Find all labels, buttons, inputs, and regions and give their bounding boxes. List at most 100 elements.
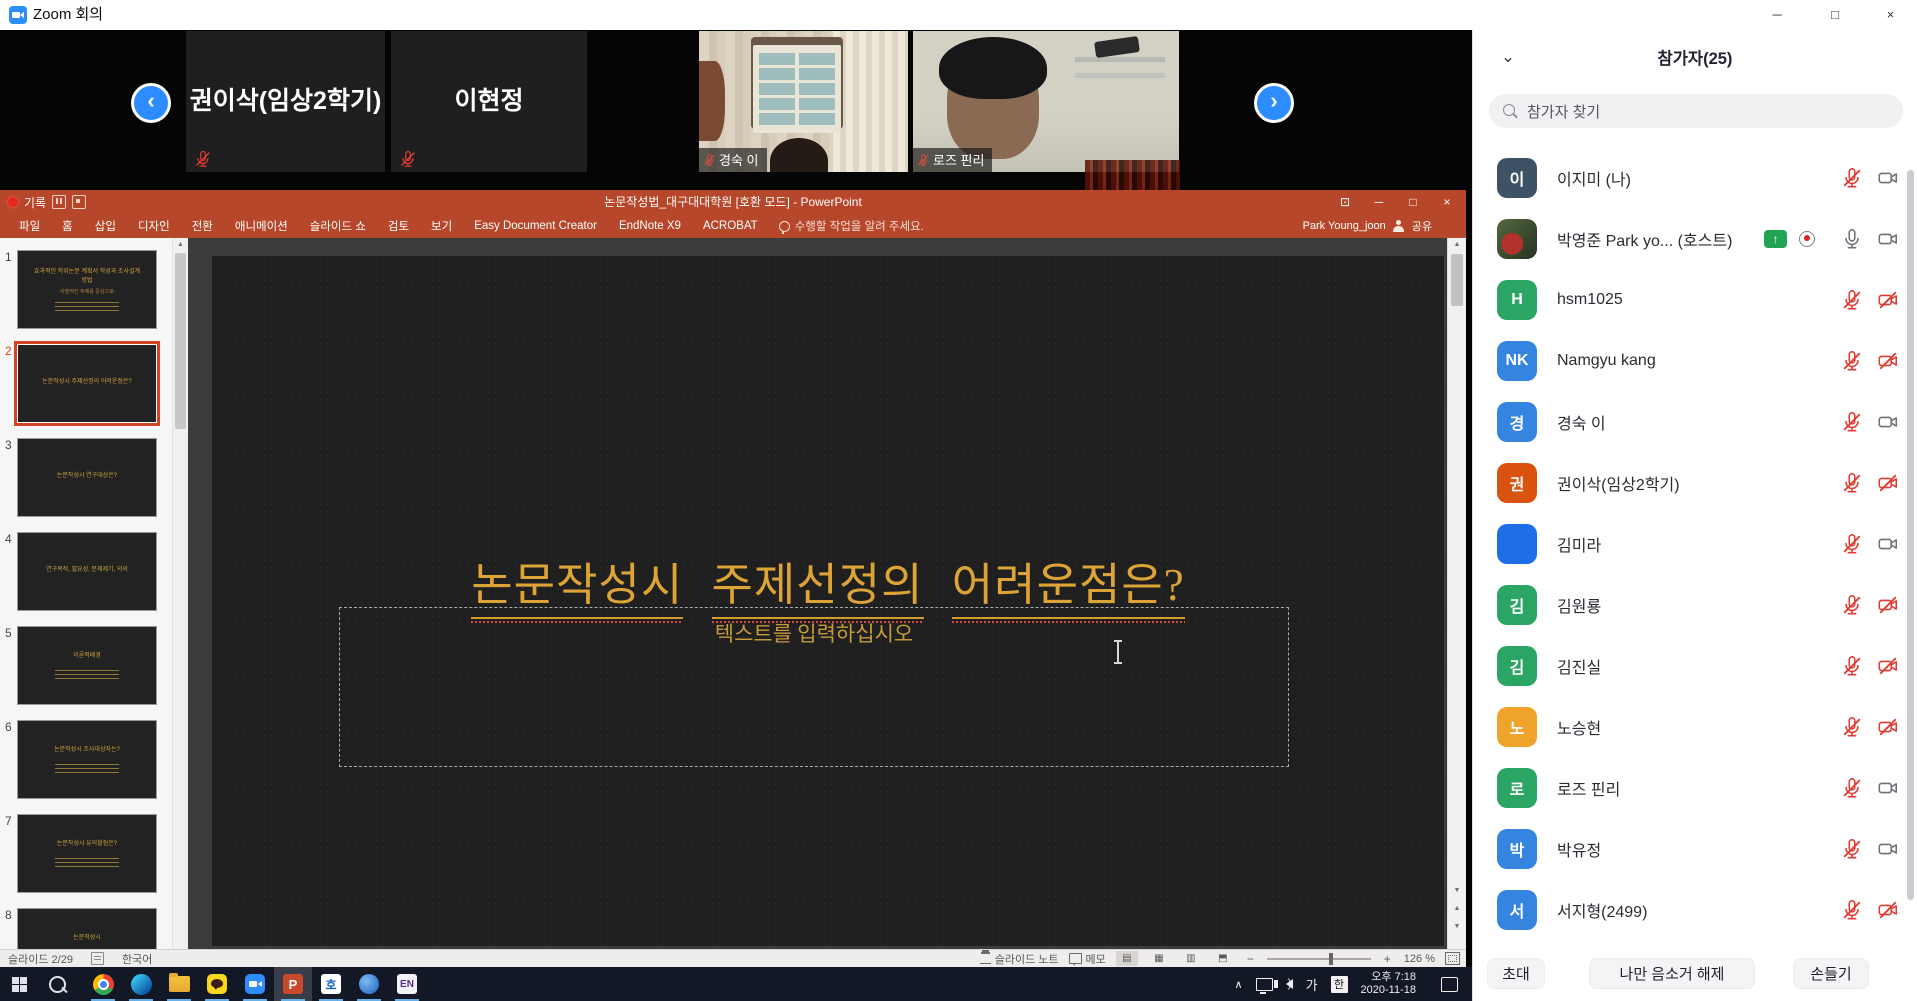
mic-status-icon[interactable] <box>1841 838 1863 860</box>
mic-status-icon[interactable] <box>1841 594 1863 616</box>
participant-row[interactable]: 노 노승현 ↑ <box>1473 696 1917 757</box>
mic-status-icon[interactable] <box>1841 533 1863 555</box>
ppt-restore-button[interactable]: □ <box>1396 190 1430 214</box>
taskbar-explorer-button[interactable] <box>160 967 198 1001</box>
participant-row[interactable]: 이 이지미 (나) ↑ <box>1473 147 1917 208</box>
camera-status-icon[interactable] <box>1877 838 1899 860</box>
volume-icon[interactable] <box>1286 979 1293 989</box>
camera-status-icon[interactable] <box>1877 594 1899 616</box>
mic-status-icon[interactable] <box>1841 899 1863 921</box>
panel-footer-button[interactable]: 나만 음소거 해제 <box>1589 958 1755 989</box>
scroll-up-button[interactable]: ▲ <box>1448 238 1466 252</box>
slide-thumbnail[interactable]: 8 논문작성시 <box>0 908 172 950</box>
next-participants-button[interactable]: › <box>1254 83 1294 123</box>
panel-footer-button[interactable]: 손들기 <box>1793 958 1869 989</box>
slide-thumbnail[interactable]: 3 논문작성시 연구대상은? <box>0 438 172 518</box>
canvas-scrollbar[interactable]: ▲ ▼ ▲ ▼ <box>1447 238 1466 950</box>
panel-footer-button[interactable]: 초대 <box>1487 958 1545 989</box>
ribbon-tab[interactable]: 전환 <box>181 214 224 238</box>
zoom-slider-thumb[interactable] <box>1329 953 1333 965</box>
memo-button[interactable]: 메모 <box>1069 951 1106 967</box>
close-button[interactable]: × <box>1864 0 1917 30</box>
minimize-button[interactable]: ─ <box>1748 0 1806 30</box>
ribbon-tab[interactable]: 애니메이션 <box>224 214 299 238</box>
participant-video-tile[interactable]: 로즈 핀리 <box>913 31 1179 172</box>
taskbar-kakaotalk-button[interactable] <box>198 967 236 1001</box>
participant-row[interactable]: H hsm1025 ↑ <box>1473 269 1917 330</box>
view-normal-button[interactable]: ▤ <box>1116 951 1138 966</box>
participant-row[interactable]: 로 로즈 핀리 ↑ <box>1473 757 1917 818</box>
mic-status-icon[interactable] <box>1841 167 1863 189</box>
mic-status-icon[interactable] <box>1841 411 1863 433</box>
taskbar-search-button[interactable] <box>38 967 76 1001</box>
tray-expand-button[interactable]: ∧ <box>1235 978 1243 991</box>
participant-name-tile[interactable]: 이현정 <box>391 31 587 172</box>
scrollbar-thumb[interactable] <box>1451 254 1463 306</box>
ribbon-options-button[interactable]: ⊡ <box>1328 190 1362 214</box>
maximize-button[interactable]: □ <box>1806 0 1864 30</box>
participant-row[interactable]: 경 경숙 이 ↑ <box>1473 391 1917 452</box>
thumbnail-scrollbar[interactable]: ▲ <box>172 238 188 950</box>
camera-status-icon[interactable] <box>1877 716 1899 738</box>
ribbon-tab[interactable]: 홈 <box>51 214 84 238</box>
participant-name-tile[interactable]: 권이삭(임상2학기) <box>186 31 385 172</box>
slide-thumbnail[interactable]: 5 이론적배경 <box>0 626 172 706</box>
slide-thumbnail[interactable]: 6 논문작성시 조사대상자는? <box>0 720 172 800</box>
scrollbar-thumb[interactable] <box>175 253 186 429</box>
ppt-close-button[interactable]: × <box>1430 190 1464 214</box>
share-button[interactable]: 공유 <box>1412 218 1432 234</box>
network-icon[interactable] <box>1256 978 1273 991</box>
participant-row[interactable]: 박영준 Park yo... (호스트) ↑ <box>1473 208 1917 269</box>
mic-status-icon[interactable] <box>1841 655 1863 677</box>
pause-recording-button[interactable] <box>52 195 66 209</box>
participant-row[interactable]: 서 서지형(2499) ↑ <box>1473 879 1917 940</box>
view-sorter-button[interactable]: ▦ <box>1148 951 1170 966</box>
prev-participants-button[interactable]: ‹ <box>131 83 171 123</box>
view-reading-button[interactable]: ▥ <box>1180 951 1202 966</box>
mic-status-icon[interactable] <box>1841 289 1863 311</box>
taskbar-clock[interactable]: 오후 7:18 2020-11-18 <box>1361 971 1416 997</box>
zoom-slider[interactable] <box>1267 958 1371 960</box>
ribbon-tab[interactable]: 슬라이드 쇼 <box>299 214 377 238</box>
taskbar-hwp-button[interactable]: 호 <box>312 967 350 1001</box>
ribbon-tab[interactable]: Easy Document Creator <box>463 214 608 238</box>
stop-recording-button[interactable] <box>72 195 86 209</box>
mic-status-icon[interactable] <box>1841 350 1863 372</box>
zoom-in-button[interactable]: + <box>1381 952 1394 966</box>
ribbon-tab[interactable]: 보기 <box>420 214 463 238</box>
camera-status-icon[interactable] <box>1877 777 1899 799</box>
camera-status-icon[interactable] <box>1877 472 1899 494</box>
ribbon-tab[interactable]: 검토 <box>377 214 420 238</box>
taskbar-powerpoint-button[interactable]: P <box>274 967 312 1001</box>
panel-scrollbar-thumb[interactable] <box>1907 170 1914 900</box>
language-status[interactable]: 한국어 <box>122 951 152 967</box>
mic-status-icon[interactable] <box>1841 716 1863 738</box>
participants-search-input[interactable] <box>1525 94 1889 130</box>
participant-row[interactable]: 김미라 ↑ <box>1473 513 1917 574</box>
taskbar-edge-button[interactable] <box>122 967 160 1001</box>
previous-slide-button[interactable]: ▲ <box>1448 902 1466 916</box>
slide-thumbnail[interactable]: 4 연구목적, 필요성, 문제제기, 의의 <box>0 532 172 612</box>
camera-status-icon[interactable] <box>1877 655 1899 677</box>
participant-row[interactable]: 김 김진실 ↑ <box>1473 635 1917 696</box>
view-slideshow-button[interactable]: ⬒ <box>1212 951 1234 966</box>
spellcheck-icon[interactable] <box>91 952 104 965</box>
participant-row[interactable]: 박 박유정 ↑ <box>1473 818 1917 879</box>
slide-thumbnail[interactable]: 7 논문작성시 유의할점은? <box>0 814 172 894</box>
taskbar-app-button[interactable] <box>350 967 388 1001</box>
ime-korean-indicator[interactable]: 가 <box>1306 975 1318 994</box>
zoom-out-button[interactable]: − <box>1244 952 1257 966</box>
scroll-up-button[interactable]: ▲ <box>173 238 188 252</box>
camera-status-icon[interactable] <box>1877 533 1899 555</box>
next-slide-button[interactable]: ▼ <box>1448 920 1466 934</box>
slide[interactable]: 논문작성시 주제선정의 어려운점은? 텍스트를 입력하십시오 <box>212 256 1444 946</box>
participant-video-tile[interactable]: 경숙 이 <box>699 31 908 172</box>
ribbon-tab[interactable]: 파일 <box>8 214 51 238</box>
camera-status-icon[interactable] <box>1877 411 1899 433</box>
ime-han-badge[interactable]: 한 <box>1331 976 1348 993</box>
mic-status-icon[interactable] <box>1841 228 1863 250</box>
mic-status-icon[interactable] <box>1841 472 1863 494</box>
camera-status-icon[interactable] <box>1877 289 1899 311</box>
scroll-down-button[interactable]: ▼ <box>1448 884 1466 898</box>
slide-thumbnail[interactable]: 2 논문작성시 주제선정의 어려운점은? <box>0 344 172 424</box>
